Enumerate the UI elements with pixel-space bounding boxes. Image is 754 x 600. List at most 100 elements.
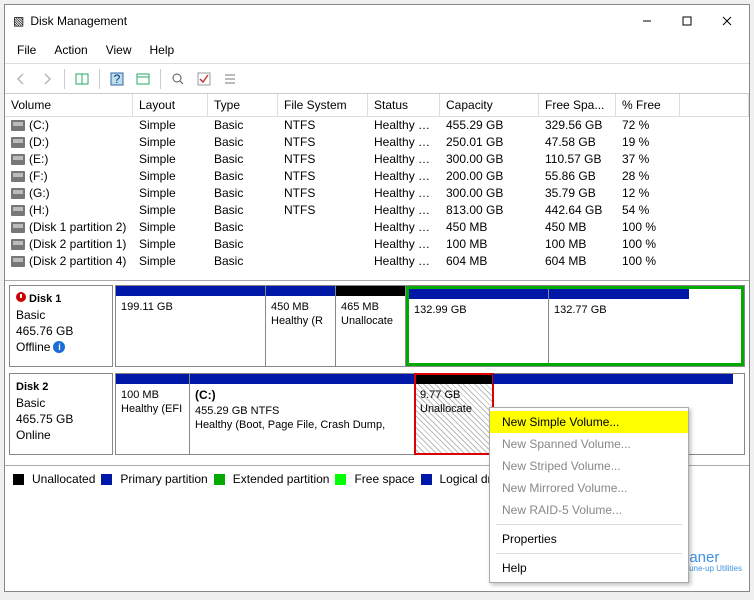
toolbar: ? (5, 64, 749, 94)
col-volume[interactable]: Volume (5, 94, 133, 117)
cell-pct: 19 % (616, 134, 680, 151)
disk1-info[interactable]: Disk 1 Basic 465.76 GB Offlinei (9, 285, 113, 367)
col-layout[interactable]: Layout (133, 94, 208, 117)
list-button[interactable] (218, 67, 242, 91)
partition[interactable]: 132.99 GB (409, 289, 549, 363)
cell-fs: NTFS (278, 117, 368, 134)
cell-free: 100 MB (539, 236, 616, 253)
menu-action[interactable]: Action (46, 39, 95, 61)
cell-free: 329.56 GB (539, 117, 616, 134)
check-button[interactable] (192, 67, 216, 91)
cell-layout: Simple (133, 168, 208, 185)
cell-type: Basic (208, 236, 278, 253)
partition-body: 450 MBHealthy (R (266, 296, 335, 366)
partition-cap (549, 289, 689, 299)
legend-swatch-black (13, 474, 24, 485)
col-capacity[interactable]: Capacity (440, 94, 539, 117)
partition-body: 100 MBHealthy (EFI (116, 384, 189, 454)
menu-help[interactable]: Help (142, 39, 183, 61)
cell-status: Healthy (L... (368, 168, 440, 185)
cell-free: 442.64 GB (539, 202, 616, 219)
help-button[interactable]: ? (105, 67, 129, 91)
menu-help[interactable]: Help (490, 557, 688, 579)
menu-new-simple-volume[interactable]: New Simple Volume... (490, 411, 688, 433)
menu-properties[interactable]: Properties (490, 528, 688, 550)
volume-name: (Disk 1 partition 2) (29, 220, 126, 234)
cell-fs: NTFS (278, 202, 368, 219)
partition[interactable]: 132.77 GB (549, 289, 689, 363)
partition-cap (266, 286, 335, 296)
table-row[interactable]: (F:)SimpleBasicNTFSHealthy (L...200.00 G… (5, 168, 749, 185)
volume-icon (11, 137, 25, 148)
cell-layout: Simple (133, 185, 208, 202)
partition[interactable]: (C:)455.29 GB NTFSHealthy (Boot, Page Fi… (190, 374, 415, 454)
partition[interactable]: 465 MBUnallocate (336, 286, 406, 366)
volume-icon (11, 120, 25, 131)
disk2-label: Disk 2 (16, 381, 48, 393)
cell-free: 450 MB (539, 219, 616, 236)
disk2-size: 465.75 GB (16, 411, 106, 427)
col-free[interactable]: Free Spa... (539, 94, 616, 117)
disk1-label: Disk 1 (29, 293, 61, 305)
cell-type: Basic (208, 134, 278, 151)
cell-capacity: 604 MB (440, 253, 539, 270)
col-fs[interactable]: File System (278, 94, 368, 117)
props-button[interactable] (131, 67, 155, 91)
col-type[interactable]: Type (208, 94, 278, 117)
table-row[interactable]: (D:)SimpleBasicNTFSHealthy (A...250.01 G… (5, 134, 749, 151)
cell-type: Basic (208, 151, 278, 168)
close-button[interactable] (707, 9, 747, 33)
partition[interactable]: 9.77 GBUnallocate (415, 374, 493, 454)
table-row[interactable]: (E:)SimpleBasicNTFSHealthy (L...300.00 G… (5, 151, 749, 168)
partition-cap (190, 374, 414, 384)
window-title: Disk Management (30, 14, 627, 28)
volume-name: (D:) (29, 135, 49, 149)
table-row[interactable]: (Disk 1 partition 2)SimpleBasicHealthy (… (5, 219, 749, 236)
cell-status: Healthy (A... (368, 134, 440, 151)
table-row[interactable]: (C:)SimpleBasicNTFSHealthy (B...455.29 G… (5, 117, 749, 134)
titlebar: ▧ Disk Management (5, 5, 749, 37)
cell-layout: Simple (133, 219, 208, 236)
search-button[interactable] (166, 67, 190, 91)
table-row[interactable]: (H:)SimpleBasicNTFSHealthy (L...813.00 G… (5, 202, 749, 219)
menubar: File Action View Help (5, 37, 749, 64)
partition[interactable]: 100 MBHealthy (EFI (116, 374, 190, 454)
partition[interactable]: 450 MBHealthy (R (266, 286, 336, 366)
maximize-button[interactable] (667, 9, 707, 33)
table-row[interactable]: (Disk 2 partition 1)SimpleBasicHealthy (… (5, 236, 749, 253)
col-pct[interactable]: % Free (616, 94, 680, 117)
menu-view[interactable]: View (98, 39, 140, 61)
table-row[interactable]: (G:)SimpleBasicNTFSHealthy (L...300.00 G… (5, 185, 749, 202)
partition-cap (409, 289, 548, 299)
volume-icon (11, 256, 25, 267)
cell-pct: 28 % (616, 168, 680, 185)
minimize-button[interactable] (627, 9, 667, 33)
menu-separator (496, 524, 682, 525)
volume-name: (Disk 2 partition 4) (29, 254, 126, 268)
volume-name: (G:) (29, 186, 50, 200)
col-status[interactable]: Status (368, 94, 440, 117)
forward-button (35, 67, 59, 91)
volume-name: (Disk 2 partition 1) (29, 237, 126, 251)
disk1-partitions: 199.11 GB450 MBHealthy (R465 MBUnallocat… (115, 285, 745, 367)
table-row[interactable]: (Disk 2 partition 4)SimpleBasicHealthy (… (5, 253, 749, 270)
menu-new-spanned-volume: New Spanned Volume... (490, 433, 688, 455)
cell-capacity: 450 MB (440, 219, 539, 236)
panes-button[interactable] (70, 67, 94, 91)
volume-name: (C:) (29, 118, 49, 132)
partition-body: 132.77 GB (549, 299, 689, 363)
partition-body: 132.99 GB (409, 299, 548, 363)
volume-icon (11, 205, 25, 216)
partition-cap (116, 374, 189, 384)
disk1-size: 465.76 GB (16, 323, 106, 339)
menu-file[interactable]: File (9, 39, 44, 61)
cell-capacity: 300.00 GB (440, 151, 539, 168)
info-icon[interactable]: i (53, 341, 65, 353)
cell-fs: NTFS (278, 134, 368, 151)
disk2-info[interactable]: Disk 2 Basic 465.75 GB Online (9, 373, 113, 455)
cell-status: Healthy (B... (368, 117, 440, 134)
cell-layout: Simple (133, 134, 208, 151)
partition-body: 465 MBUnallocate (336, 296, 405, 366)
partition[interactable]: 199.11 GB (116, 286, 266, 366)
cell-type: Basic (208, 219, 278, 236)
